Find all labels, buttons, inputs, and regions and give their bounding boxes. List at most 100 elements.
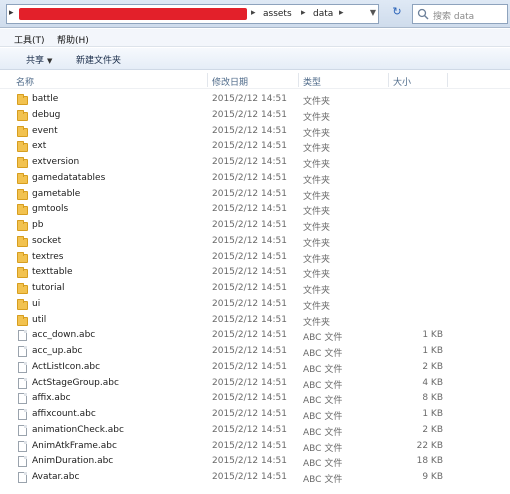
path-separator-icon[interactable]: ▸ (301, 8, 306, 18)
address-dropdown-icon[interactable]: ▼ (370, 8, 376, 17)
list-item[interactable]: ui 2015/2/12 14:51 文件夹 (0, 297, 510, 313)
list-item[interactable]: Avatar.abc 2015/2/12 14:51 ABC 文件 9 KB (0, 470, 510, 486)
file-icon (18, 456, 27, 468)
file-type: ABC 文件 (303, 364, 343, 375)
list-item[interactable]: acc_down.abc 2015/2/12 14:51 ABC 文件 1 KB (0, 328, 510, 344)
file-date: 2015/2/12 14:51 (212, 346, 287, 356)
folder-icon (17, 172, 28, 184)
file-name: ActStageGroup.abc (32, 377, 119, 388)
file-date: 2015/2/12 14:51 (212, 440, 287, 451)
file-date: 2015/2/12 14:51 (212, 314, 287, 325)
list-item[interactable]: affixcount.abc 2015/2/12 14:51 ABC 文件 1 KB (0, 407, 510, 423)
file-type: 文件夹 (303, 317, 331, 328)
column-divider[interactable] (388, 73, 389, 87)
path-expand-icon[interactable]: ▸ (9, 8, 19, 20)
file-type: 文件夹 (303, 191, 331, 202)
file-type: ABC 文件 (303, 475, 343, 485)
file-type: ABC 文件 (303, 427, 343, 438)
list-item[interactable]: textres 2015/2/12 14:51 文件夹 (0, 250, 510, 266)
file-name: tutorial (32, 283, 65, 293)
file-date: 2015/2/12 14:51 (212, 267, 287, 278)
list-item[interactable]: tutorial 2015/2/12 14:51 文件夹 (0, 281, 510, 297)
column-divider[interactable] (207, 73, 208, 87)
list-item[interactable]: ActStageGroup.abc 2015/2/12 14:51 ABC 文件 4 … (0, 376, 510, 392)
file-date: 2015/2/12 14:51 (212, 330, 287, 341)
list-item[interactable]: event 2015/2/12 14:51 文件夹 (0, 124, 510, 140)
column-divider[interactable] (447, 73, 448, 87)
file-name: ui (32, 298, 41, 309)
list-item[interactable]: gmtools 2015/2/12 14:51 文件夹 (0, 202, 510, 218)
file-name: socket (32, 235, 62, 246)
folder-icon (17, 125, 28, 137)
search-icon (417, 8, 429, 20)
file-type: 文件夹 (303, 286, 331, 296)
file-icon (18, 330, 27, 342)
share-button[interactable]: 共享 ▼ (26, 53, 52, 66)
file-size: 1 KB (422, 409, 443, 419)
list-item[interactable]: util 2015/2/12 14:51 文件夹 (0, 313, 510, 329)
file-type: ABC 文件 (303, 412, 343, 422)
list-item[interactable]: ActListIcon.abc 2015/2/12 14:51 ABC 文件 2 KB (0, 360, 510, 376)
new-folder-button[interactable]: 新建文件夹 (76, 53, 121, 66)
file-type: 文件夹 (303, 238, 331, 249)
folder-icon (17, 283, 28, 294)
list-item[interactable]: extversion 2015/2/12 14:51 文件夹 (0, 155, 510, 171)
file-name: ext (32, 141, 47, 152)
file-type: 文件夹 (303, 301, 331, 312)
list-item[interactable]: gamedatatables 2015/2/12 14:51 文件夹 (0, 171, 510, 187)
file-size: 2 KB (422, 424, 443, 435)
file-type: ABC 文件 (303, 380, 343, 391)
list-item[interactable]: pb 2015/2/12 14:51 文件夹 (0, 218, 510, 234)
file-type: 文件夹 (303, 270, 331, 281)
folder-icon (17, 157, 28, 168)
column-header-name[interactable]: 名称 (16, 75, 34, 88)
file-type: 文件夹 (303, 175, 331, 186)
list-item[interactable]: socket 2015/2/12 14:51 文件夹 (0, 234, 510, 250)
path-separator-icon[interactable]: ▸ (251, 8, 256, 18)
list-item[interactable]: acc_up.abc 2015/2/12 14:51 ABC 文件 1 KB (0, 344, 510, 360)
column-header-size[interactable]: 大小 (393, 75, 411, 88)
menu-help[interactable]: 帮助(H) (57, 33, 89, 46)
address-bar[interactable]: ▸ ▸ assets ▸ data ▸ ▼ (6, 4, 379, 24)
file-date: 2015/2/12 14:51 (212, 141, 287, 152)
file-name: textres (32, 251, 64, 262)
file-type: 文件夹 (303, 254, 331, 265)
file-date: 2015/2/12 14:51 (212, 472, 287, 482)
folder-icon (17, 109, 28, 121)
path-separator-icon[interactable]: ▸ (339, 8, 344, 18)
list-item[interactable]: AnimDuration.abc 2015/2/12 14:51 ABC 文件 18 … (0, 454, 510, 470)
file-date: 2015/2/12 14:51 (212, 125, 287, 136)
column-divider[interactable] (298, 73, 299, 87)
column-header-type[interactable]: 类型 (303, 75, 321, 88)
folder-icon (17, 251, 28, 263)
column-header-date[interactable]: 修改日期 (212, 75, 248, 88)
list-item[interactable]: AnimAtkFrame.abc 2015/2/12 14:51 ABC 文件 22 … (0, 439, 510, 455)
file-name: gametable (32, 188, 81, 199)
file-name: battle (32, 94, 59, 104)
list-item[interactable]: debug 2015/2/12 14:51 文件夹 (0, 108, 510, 124)
list-item[interactable]: affix.abc 2015/2/12 14:51 ABC 文件 8 KB (0, 391, 510, 407)
file-date: 2015/2/12 14:51 (212, 377, 287, 388)
refresh-button[interactable]: ↻ (386, 5, 408, 23)
breadcrumb-assets[interactable]: assets (263, 9, 292, 19)
file-name: acc_down.abc (32, 330, 96, 341)
list-item[interactable]: gametable 2015/2/12 14:51 文件夹 (0, 187, 510, 203)
file-size: 18 KB (416, 456, 443, 467)
file-list: battle 2015/2/12 14:51 文件夹 debug 2015/2/12 1… (0, 92, 510, 494)
file-date: 2015/2/12 14:51 (212, 172, 287, 183)
list-item[interactable]: battle 2015/2/12 14:51 文件夹 (0, 92, 510, 108)
list-item[interactable]: ext 2015/2/12 14:51 文件夹 (0, 139, 510, 155)
file-icon (18, 440, 27, 452)
file-name: texttable (32, 267, 73, 278)
list-item[interactable]: texttable 2015/2/12 14:51 文件夹 (0, 265, 510, 281)
menu-tools[interactable]: 工具(T) (14, 33, 45, 46)
breadcrumb-data[interactable]: data (313, 9, 333, 19)
file-date: 2015/2/12 14:51 (212, 220, 287, 230)
file-icon (18, 361, 27, 373)
search-input[interactable]: 搜索 data (412, 4, 508, 24)
file-icon (18, 346, 27, 357)
file-date: 2015/2/12 14:51 (212, 157, 287, 167)
list-item[interactable]: animationCheck.abc 2015/2/12 14:51 ABC 文件 2… (0, 423, 510, 439)
file-date: 2015/2/12 14:51 (212, 409, 287, 419)
file-name: pb (32, 220, 44, 230)
